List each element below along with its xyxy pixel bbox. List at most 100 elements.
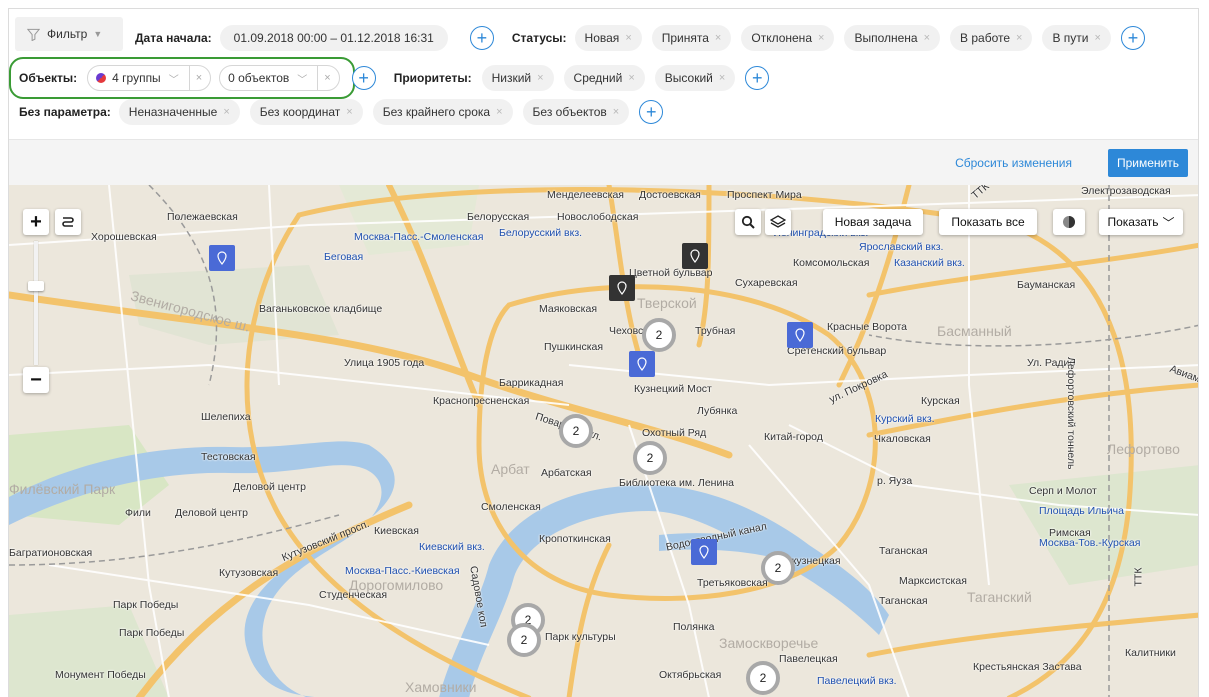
search-icon [741,215,755,229]
pin-icon [217,251,227,265]
map-cluster[interactable]: 2 [633,441,667,475]
pin-icon [699,545,709,559]
map-cluster[interactable]: 2 [507,623,541,657]
close-icon[interactable]: × [719,72,725,84]
statuses-label: Статусы: [511,31,567,45]
priority-chip-medium[interactable]: Средний × [563,65,645,91]
close-icon[interactable]: × [625,32,631,44]
status-chip-in-work[interactable]: В работе × [950,25,1033,51]
show-dropdown[interactable]: Показать ﹀ [1099,209,1183,235]
no-param-chip-no-deadline[interactable]: Без крайнего срока × [372,99,513,125]
map-label: Смоленская [481,501,541,513]
status-chip-done[interactable]: Выполнена × [844,25,941,51]
close-icon[interactable]: × [613,106,619,118]
close-icon[interactable]: × [223,106,229,118]
map-label: Москва-Пасс.-Киевская [345,565,460,577]
apply-button[interactable]: Применить [1108,149,1188,177]
map-label: Парк культуры [545,631,616,643]
zoom-out-button[interactable]: − [23,367,49,393]
layers-button[interactable] [765,209,791,235]
show-all-button[interactable]: Показать все [939,209,1037,235]
map-label: Киевская [374,525,419,537]
objects-select[interactable]: 0 объектов ﹀ × [219,65,340,91]
map-label: Лубянка [697,405,738,417]
map-district-label: Филёвский Парк [9,481,116,497]
map-label: Таганская [879,545,928,557]
close-icon[interactable]: × [346,106,352,118]
map-label: Парк Победы [113,599,179,611]
close-icon[interactable]: × [537,72,543,84]
map-label: Третьяковская [697,577,768,589]
no-param-chip-no-coords[interactable]: Без координат × [249,99,363,125]
map-label: Ярославский вкз. [859,241,944,253]
priority-chip-high[interactable]: Высокий × [654,65,736,91]
map-label: Маяковская [539,303,598,315]
close-icon[interactable]: × [924,32,930,44]
clear-icon[interactable]: × [196,72,202,84]
add-date-button[interactable]: + [469,26,494,50]
add-status-button[interactable]: + [1120,26,1145,50]
new-task-button[interactable]: Новая задача [823,209,923,235]
map-label: Киевский вкз. [419,541,485,553]
map-pin[interactable] [609,275,635,301]
no-param-chip-no-objects[interactable]: Без объектов × [522,99,630,125]
pin-icon [795,328,805,342]
zoom-slider-handle[interactable] [28,281,44,291]
filter-button[interactable]: Фильтр ▼ [15,17,123,51]
map-pin[interactable] [209,245,235,271]
map-label: Баррикадная [499,377,564,389]
route-button[interactable] [55,209,81,235]
no-param-chip-unassigned[interactable]: Неназначенные × [118,99,240,125]
chevron-down-icon: ﹀ [297,74,308,86]
map-cluster[interactable]: 2 [761,551,795,585]
status-chip-rejected[interactable]: Отклонена × [741,25,835,51]
zoom-in-button[interactable]: + [23,209,49,235]
groups-select[interactable]: 4 группы ﹀ × [87,65,212,91]
close-icon[interactable]: × [1016,32,1022,44]
clear-icon[interactable]: × [324,72,330,84]
priority-chip-label: Средний [573,71,623,85]
status-chip-accepted[interactable]: Принята × [651,25,732,51]
group-color-dot [96,73,107,83]
map-cluster[interactable]: 2 [746,661,780,695]
map-district-label: Лефортово [1107,441,1180,457]
close-icon[interactable]: × [818,32,824,44]
map-pin[interactable] [691,539,717,565]
chevron-down-icon: ﹀ [168,74,179,86]
map-label: Хорошевская [91,231,157,243]
date-range-field[interactable]: 01.09.2018 00:00 – 01.12.2018 16:31 [219,25,448,51]
close-icon[interactable]: × [1095,32,1101,44]
map-cluster[interactable]: 2 [642,318,676,352]
map-pin[interactable] [682,243,708,269]
priority-chip-low[interactable]: Низкий × [481,65,554,91]
zoom-slider-rail[interactable] [34,241,38,365]
map-pin[interactable] [629,351,655,377]
reset-changes-link[interactable]: Сбросить изменения [955,156,1072,170]
status-chip-new[interactable]: Новая × [574,25,642,51]
status-chip-label: В пути [1052,31,1089,45]
layers-icon [770,215,786,228]
add-object-button[interactable]: + [351,66,376,90]
pin-icon [690,249,700,263]
map-pin[interactable] [787,322,813,348]
map-label: Москва-Тов.-Курская [1039,537,1141,549]
groups-select-value: 4 группы [112,71,161,85]
map-label: Фили [125,507,151,519]
map-search-button[interactable] [735,209,761,235]
priority-chip-label: Низкий [491,71,532,85]
chevron-down-icon: ﹀ [1162,215,1175,230]
filter-row-date-status: Дата начала: 01.09.2018 00:00 – 01.12.20… [135,23,1145,53]
add-priority-button[interactable]: + [745,66,770,90]
map-type-button[interactable] [1053,209,1085,235]
close-icon[interactable]: × [496,106,502,118]
map-view[interactable]: Менделеевская Достоевская Проспект Мира … [9,185,1198,697]
status-chip-label: Выполнена [854,31,918,45]
map-cluster[interactable]: 2 [559,414,593,448]
filter-row-no-param: Без параметра: Неназначенные × Без коорди… [19,97,664,127]
close-icon[interactable]: × [628,72,634,84]
map-label: Беговая [324,251,364,263]
map-label: Чкаловская [874,433,931,445]
status-chip-on-way[interactable]: В пути × [1042,25,1111,51]
close-icon[interactable]: × [715,32,721,44]
add-no-param-button[interactable]: + [639,100,664,124]
